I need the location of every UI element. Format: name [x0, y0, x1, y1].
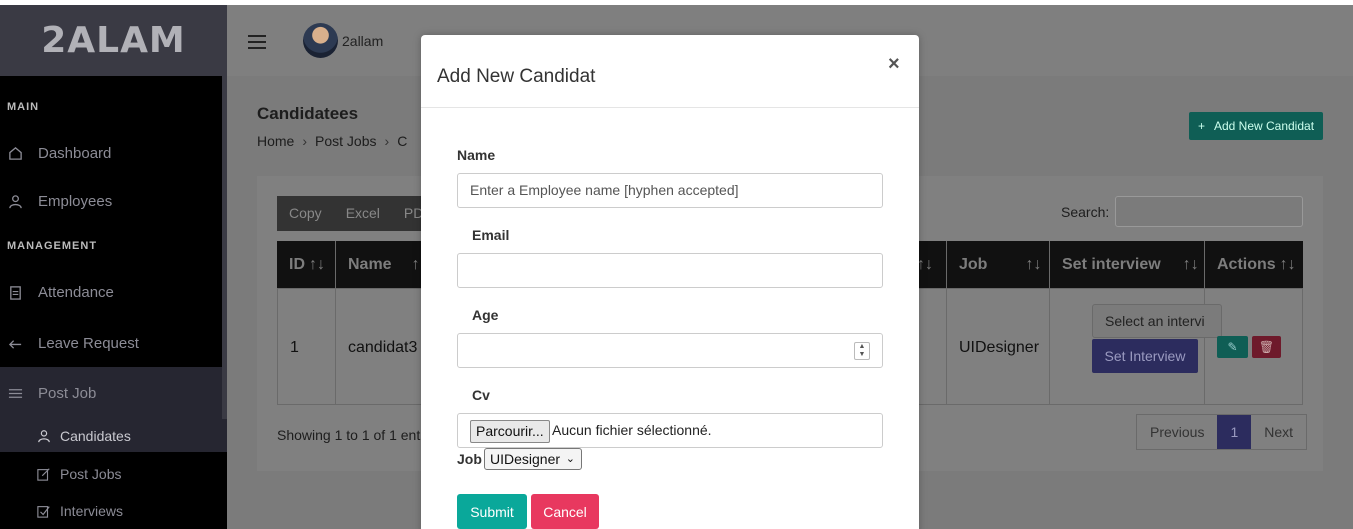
sidebar: 2ALAM MAIN Dashboard Employees MANAGEMEN…	[0, 5, 227, 529]
breadcrumb: Home › Post Jobs › C	[257, 133, 407, 149]
add-button-label: Add New Candidat	[1213, 119, 1315, 133]
job-label: Job	[457, 451, 482, 467]
search-label: Search:	[1061, 204, 1110, 220]
breadcrumb-post-jobs[interactable]: Post Jobs	[315, 133, 376, 149]
user-icon	[37, 428, 52, 443]
hamburger-menu-icon[interactable]	[248, 35, 266, 53]
excel-button[interactable]: Excel	[334, 196, 392, 231]
clipboard-icon	[7, 284, 23, 300]
chevron-right-icon: ›	[302, 133, 308, 149]
modal-header: Add New Candidat ×	[421, 35, 919, 108]
section-label-main: MAIN	[7, 101, 40, 113]
next-page-button[interactable]: Next	[1251, 415, 1306, 449]
plus-icon: +	[1197, 119, 1205, 133]
sidebar-item-label: Dashboard	[38, 144, 112, 162]
number-stepper-icon[interactable]: ▲ ▼	[854, 342, 870, 360]
name-input[interactable]: Enter a Employee name [hyphen accepted]	[457, 173, 883, 208]
sidebar-item-attendance[interactable]: Attendance	[0, 273, 222, 311]
page-title: Candidatees	[257, 104, 359, 123]
username[interactable]: 2allam	[342, 33, 383, 49]
name-label: Name	[457, 147, 496, 163]
edit-icon	[37, 466, 52, 481]
section-label-management: MANAGEMENT	[7, 240, 98, 252]
sidebar-item-label: Attendance	[38, 283, 114, 301]
job-select-value: UIDesigner	[490, 451, 561, 467]
column-header-actions[interactable]: Actions ↑↓	[1205, 241, 1303, 288]
name-placeholder: Enter a Employee name [hyphen accepted]	[470, 182, 739, 198]
previous-page-button[interactable]: Previous	[1137, 415, 1217, 449]
cell-job: UIDesigner	[959, 339, 1040, 356]
sidebar-subitem-interviews[interactable]: Interviews	[0, 494, 227, 527]
arrow-left-icon	[7, 335, 23, 351]
menu-icon	[7, 385, 23, 401]
column-header-name[interactable]: Name ↑↓	[336, 241, 428, 288]
brand-text: 2ALAM	[41, 20, 186, 61]
file-status: Aucun fichier sélectionné.	[552, 422, 712, 438]
cv-label: Cv	[472, 387, 490, 403]
email-field[interactable]	[457, 253, 883, 288]
column-header-id[interactable]: ID ↑↓	[277, 241, 335, 288]
sidebar-item-label: Employees	[38, 192, 113, 210]
user-icon	[7, 193, 23, 209]
avatar[interactable]	[303, 23, 338, 58]
sidebar-item-label: Post Job	[38, 384, 97, 402]
check-square-icon	[37, 503, 52, 518]
sidebar-subitem-candidates[interactable]: Candidates	[0, 419, 227, 452]
job-select[interactable]: UIDesigner ⌄	[484, 448, 582, 470]
column-divider	[946, 241, 947, 405]
sidebar-item-dashboard[interactable]: Dashboard	[0, 134, 222, 172]
sidebar-item-leave-request[interactable]: Leave Request	[0, 324, 222, 362]
close-icon[interactable]: ×	[888, 53, 900, 76]
chevron-right-icon: ›	[384, 133, 390, 149]
sidebar-subitem-label: Interviews	[60, 502, 124, 519]
copy-button[interactable]: Copy	[277, 196, 334, 231]
chevron-down-icon: ⌄	[565, 453, 575, 465]
add-candidat-modal: Add New Candidat × Name Enter a Employee…	[421, 35, 919, 529]
trash-icon[interactable]: 🗑	[1252, 336, 1281, 358]
column-divider	[335, 241, 336, 405]
export-buttons: Copy Excel PD	[277, 196, 436, 231]
age-label: Age	[472, 307, 499, 323]
brand-logo[interactable]: 2ALAM	[0, 5, 227, 76]
breadcrumb-current: C	[397, 133, 408, 149]
sidebar-subitem-label: Candidates	[60, 427, 131, 444]
sidebar-subitem-label: Post Jobs	[60, 465, 122, 482]
cancel-button[interactable]: Cancel	[531, 494, 599, 529]
pagination: Previous 1 Next	[1136, 414, 1308, 450]
edit-icon[interactable]: ✎	[1217, 336, 1248, 358]
sort-icon: ↑↓	[917, 256, 933, 273]
sidebar-item-employees[interactable]: Employees	[0, 182, 222, 220]
set-interview-button[interactable]: Set Interview	[1092, 339, 1198, 373]
sidebar-item-post-job[interactable]: Post Job	[0, 367, 222, 419]
age-field[interactable]: ▲ ▼	[457, 333, 883, 368]
sidebar-item-label: Leave Request	[38, 334, 139, 352]
browse-file-button[interactable]: Parcourir...	[470, 420, 550, 443]
modal-title: Add New Candidat	[437, 66, 596, 87]
email-label: Email	[472, 227, 510, 243]
cell-name: candidat3	[348, 339, 418, 356]
table-info: Showing 1 to 1 of 1 ent	[277, 427, 421, 443]
search-input[interactable]	[1115, 196, 1303, 227]
interview-select[interactable]: Select an intervi	[1092, 304, 1222, 338]
add-new-candidat-button[interactable]: + Add New Candidat	[1189, 112, 1323, 140]
cv-file-input[interactable]: Parcourir... Aucun fichier sélectionné.	[457, 413, 883, 448]
column-header-job[interactable]: Job ↑↓	[947, 241, 1047, 288]
submit-button[interactable]: Submit	[457, 494, 527, 529]
home-icon	[7, 145, 23, 161]
page-1-button[interactable]: 1	[1217, 415, 1252, 449]
sidebar-subitem-post-jobs[interactable]: Post Jobs	[0, 457, 227, 490]
breadcrumb-home[interactable]: Home	[257, 133, 294, 149]
column-header-set-interview[interactable]: Set interview ↑↓	[1050, 241, 1205, 288]
column-divider	[1049, 241, 1050, 405]
cell-id: 1	[290, 339, 299, 356]
